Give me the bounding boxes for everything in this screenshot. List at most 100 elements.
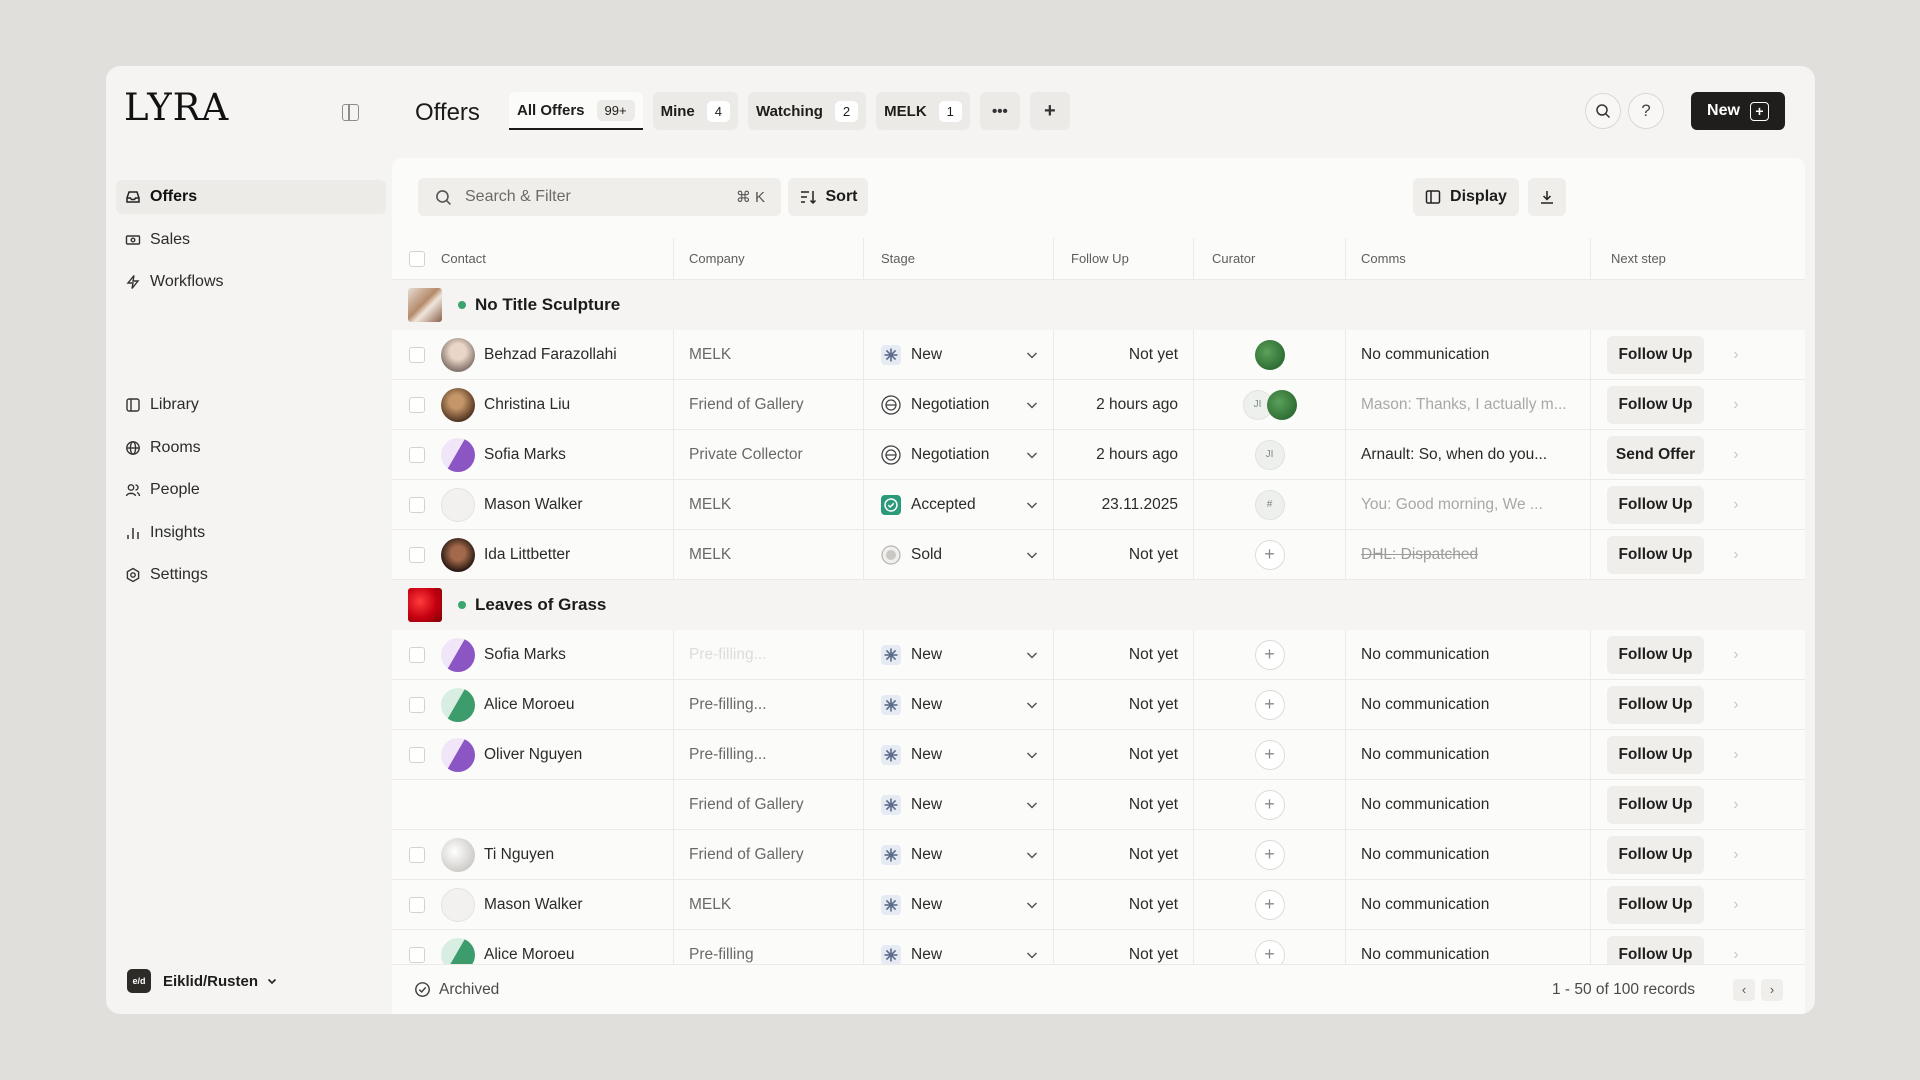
comms-cell[interactable]: No communication bbox=[1346, 630, 1591, 679]
company-cell[interactable]: MELK bbox=[674, 530, 864, 579]
row-checkbox[interactable] bbox=[409, 696, 425, 713]
sort-button[interactable]: Sort bbox=[788, 178, 868, 216]
new-button[interactable]: New + bbox=[1691, 92, 1785, 130]
add-curator-button[interactable]: + bbox=[1254, 739, 1285, 770]
table-row[interactable]: Friend of Gallery New Not yet + No communica… bbox=[392, 780, 1805, 830]
sidebar-item-people[interactable]: People bbox=[116, 473, 386, 507]
curator-avatar[interactable] bbox=[1266, 389, 1297, 420]
comms-cell[interactable]: No communication bbox=[1346, 880, 1591, 929]
contact-cell[interactable]: Mason Walker bbox=[432, 880, 674, 929]
chevron-right-icon[interactable]: › bbox=[1721, 530, 1751, 579]
sidebar-item-rooms[interactable]: Rooms bbox=[116, 431, 386, 465]
curator-cell[interactable]: JI bbox=[1194, 430, 1346, 479]
company-cell[interactable]: MELK bbox=[674, 330, 864, 379]
table-row[interactable]: Mason Walker MELK Accepted 23.11.2025 # You: … bbox=[392, 480, 1805, 530]
column-header-next-step[interactable]: Next step bbox=[1591, 238, 1721, 279]
curator-initials[interactable]: JI bbox=[1254, 439, 1285, 470]
search-button[interactable] bbox=[1585, 93, 1621, 129]
add-curator-button[interactable]: + bbox=[1254, 639, 1285, 670]
search-input[interactable]: Search & Filter ⌘ K bbox=[418, 178, 781, 216]
chevron-right-icon[interactable]: › bbox=[1721, 880, 1751, 929]
contact-cell[interactable]: Behzad Farazollahi bbox=[432, 330, 674, 379]
contact-cell[interactable]: Alice Moroeu bbox=[432, 680, 674, 729]
row-checkbox[interactable] bbox=[409, 396, 425, 413]
next-step-button[interactable]: Follow Up bbox=[1607, 885, 1704, 924]
add-curator-button[interactable]: + bbox=[1254, 789, 1285, 820]
curator-initials[interactable]: # bbox=[1254, 489, 1285, 520]
comms-cell[interactable]: No communication bbox=[1346, 680, 1591, 729]
more-tabs-button[interactable]: ••• bbox=[979, 92, 1020, 130]
stage-select[interactable]: New bbox=[864, 630, 1054, 679]
tab-mine[interactable]: Mine 4 bbox=[652, 92, 738, 130]
row-checkbox[interactable] bbox=[409, 846, 425, 863]
follow-up-cell[interactable]: Not yet bbox=[1054, 830, 1194, 879]
tab-melk[interactable]: MELK 1 bbox=[876, 92, 970, 130]
curator-cell[interactable]: + bbox=[1194, 680, 1346, 729]
company-cell[interactable]: Pre-filling... bbox=[674, 630, 864, 679]
add-curator-button[interactable]: + bbox=[1254, 889, 1285, 920]
column-header-comms[interactable]: Comms bbox=[1346, 238, 1591, 279]
curator-cell[interactable]: + bbox=[1194, 880, 1346, 929]
stage-select[interactable]: New bbox=[864, 730, 1054, 779]
chevron-right-icon[interactable]: › bbox=[1721, 780, 1751, 829]
contact-cell[interactable]: Mason Walker bbox=[432, 480, 674, 529]
next-step-button[interactable]: Follow Up bbox=[1607, 685, 1704, 724]
chevron-right-icon[interactable]: › bbox=[1721, 830, 1751, 879]
curator-avatar[interactable] bbox=[1254, 339, 1285, 370]
chevron-right-icon[interactable]: › bbox=[1721, 680, 1751, 729]
next-step-button[interactable]: Follow Up bbox=[1607, 385, 1704, 424]
follow-up-cell[interactable]: Not yet bbox=[1054, 530, 1194, 579]
curator-cell[interactable]: # bbox=[1194, 480, 1346, 529]
row-checkbox[interactable] bbox=[409, 646, 425, 663]
follow-up-cell[interactable]: 2 hours ago bbox=[1054, 430, 1194, 479]
sidebar-item-settings[interactable]: Settings bbox=[116, 558, 386, 592]
chevron-right-icon[interactable]: › bbox=[1721, 630, 1751, 679]
display-button[interactable]: Display bbox=[1413, 178, 1519, 216]
row-checkbox[interactable] bbox=[409, 446, 425, 463]
group-row[interactable]: Leaves of Grass bbox=[392, 580, 1805, 630]
table-row[interactable]: Oliver Nguyen Pre-filling... New Not yet + No… bbox=[392, 730, 1805, 780]
next-step-button[interactable]: Follow Up bbox=[1607, 735, 1704, 774]
next-step-button[interactable]: Follow Up bbox=[1607, 835, 1704, 874]
contact-cell[interactable]: Christina Liu bbox=[432, 380, 674, 429]
contact-cell[interactable]: Oliver Nguyen bbox=[432, 730, 674, 779]
row-checkbox[interactable] bbox=[409, 896, 425, 913]
stage-select[interactable]: New bbox=[864, 880, 1054, 929]
next-step-button[interactable]: Send Offer bbox=[1607, 435, 1704, 474]
curator-cell[interactable]: + bbox=[1194, 530, 1346, 579]
chevron-right-icon[interactable]: › bbox=[1721, 480, 1751, 529]
curator-cell[interactable] bbox=[1194, 330, 1346, 379]
contact-cell[interactable]: Ida Littbetter bbox=[432, 530, 674, 579]
company-cell[interactable]: Friend of Gallery bbox=[674, 780, 864, 829]
curator-cell[interactable]: + bbox=[1194, 830, 1346, 879]
curator-cell[interactable]: + bbox=[1194, 780, 1346, 829]
stage-select[interactable]: Negotiation bbox=[864, 380, 1054, 429]
group-row[interactable]: No Title Sculpture bbox=[392, 280, 1805, 330]
stage-select[interactable]: New bbox=[864, 680, 1054, 729]
column-header-company[interactable]: Company bbox=[674, 238, 864, 279]
tab-all-offers[interactable]: All Offers 99+ bbox=[509, 92, 643, 130]
sidebar-item-offers[interactable]: Offers bbox=[116, 180, 386, 214]
table-row[interactable]: Sofia Marks Private Collector Negotiation 2… bbox=[392, 430, 1805, 480]
add-curator-button[interactable]: + bbox=[1254, 839, 1285, 870]
stage-select[interactable]: Negotiation bbox=[864, 430, 1054, 479]
company-cell[interactable]: Pre-filling... bbox=[674, 730, 864, 779]
tab-watching[interactable]: Watching 2 bbox=[747, 92, 867, 130]
stage-select[interactable]: New bbox=[864, 330, 1054, 379]
comms-cell[interactable]: No communication bbox=[1346, 330, 1591, 379]
follow-up-cell[interactable]: Not yet bbox=[1054, 730, 1194, 779]
follow-up-cell[interactable]: 23.11.2025 bbox=[1054, 480, 1194, 529]
chevron-right-icon[interactable]: › bbox=[1721, 380, 1751, 429]
stage-select[interactable]: Accepted bbox=[864, 480, 1054, 529]
table-row[interactable]: Sofia Marks Pre-filling... New Not yet + No c… bbox=[392, 630, 1805, 680]
row-checkbox[interactable] bbox=[409, 746, 425, 763]
company-cell[interactable]: MELK bbox=[674, 480, 864, 529]
row-checkbox[interactable] bbox=[409, 346, 425, 363]
curator-cell[interactable]: + bbox=[1194, 630, 1346, 679]
comms-cell[interactable]: No communication bbox=[1346, 830, 1591, 879]
stage-select[interactable]: New bbox=[864, 830, 1054, 879]
stage-select[interactable]: Sold bbox=[864, 530, 1054, 579]
sidebar-item-sales[interactable]: Sales bbox=[116, 223, 386, 257]
contact-cell[interactable]: Ti Nguyen bbox=[432, 830, 674, 879]
company-cell[interactable]: Pre-filling... bbox=[674, 680, 864, 729]
